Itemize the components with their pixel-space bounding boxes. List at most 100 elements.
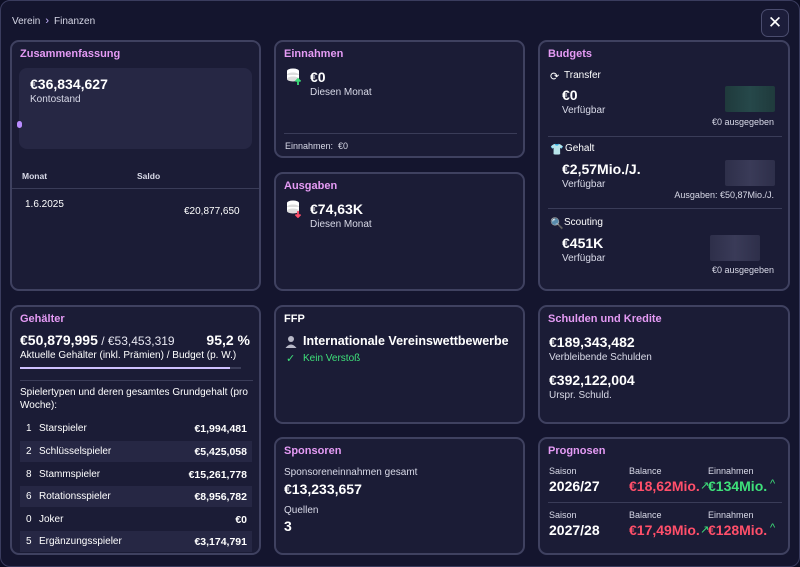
column-month: Monat xyxy=(22,171,48,181)
budget-transfer-label: Verfügbar xyxy=(562,105,606,116)
forecast-divider xyxy=(548,502,782,503)
ffp-status: Kein Verstoß xyxy=(303,353,361,364)
budget-salary-chart xyxy=(725,160,775,186)
sponsors-total: €13,233,657 xyxy=(284,481,362,497)
balance-value: €36,834,627 xyxy=(30,76,108,92)
expenses-title: Ausgaben xyxy=(284,180,338,192)
budgets-title: Budgets xyxy=(548,48,592,60)
debts-card: Schulden und Kredite €189,343,482 Verble… xyxy=(538,305,790,424)
budget-scouting-label: Verfügbar xyxy=(562,253,606,264)
row-count: 1 xyxy=(26,423,32,434)
salaries-progress-track xyxy=(20,367,241,369)
budget-divider-1 xyxy=(548,136,782,137)
income-divider xyxy=(284,133,517,134)
sponsors-sources-label: Quellen xyxy=(284,505,319,516)
chevron-up-icon: ^ xyxy=(770,522,776,534)
row-type: Joker xyxy=(39,514,64,525)
salaries-card: Gehälter €50,879,995 / €53,453,319 95,2 … xyxy=(10,305,261,555)
chevron-right-icon: › xyxy=(45,15,50,27)
forecast-balance-label: Balance xyxy=(629,466,662,476)
budgets-card: Budgets ⟳ Transfer €0 Verfügbar €0 ausge… xyxy=(538,40,790,291)
row-value: €0 xyxy=(235,513,247,526)
coins-down-icon xyxy=(286,200,302,219)
chevron-up-icon: ^ xyxy=(770,478,776,490)
refresh-icon: ⟳ xyxy=(550,71,560,83)
row-count: 6 xyxy=(26,491,32,502)
salaries-title: Gehälter xyxy=(20,313,65,325)
budget-salary-name: Gehalt xyxy=(565,143,595,154)
summary-card: Zusammenfassung €36,834,627 Kontostand M… xyxy=(10,40,261,291)
row-value: €8,956,782 xyxy=(194,490,247,503)
table-row: 0 Joker €0 xyxy=(20,509,252,530)
salaries-caption: Aktuelle Gehälter (inkl. Prämien) / Budg… xyxy=(20,350,237,361)
column-saldo: Saldo xyxy=(137,171,161,181)
person-icon xyxy=(285,335,297,348)
forecast-card: Prognosen Saison Balance Einnahmen 2026/… xyxy=(538,437,790,555)
balance-label: Kontostand xyxy=(30,94,81,105)
row-type: Schlüsselspieler xyxy=(39,446,112,457)
ffp-competition: Internationale Vereinswettbewerbe xyxy=(303,334,509,348)
check-icon: ✓ xyxy=(286,353,296,365)
forecast-season: 2027/28 xyxy=(549,522,600,538)
breadcrumb-root[interactable]: Verein xyxy=(12,16,40,27)
summary-table-header-row xyxy=(12,167,259,189)
row-type: Rotationsspieler xyxy=(39,491,111,502)
row-value: €1,994,481 xyxy=(194,422,247,435)
forecast-season: 2026/27 xyxy=(549,478,600,494)
expenses-amount: €74,63K xyxy=(310,201,363,217)
row-type: Starspieler xyxy=(39,423,87,434)
sponsors-total-label: Sponsoreneinnahmen gesamt xyxy=(284,467,418,478)
coins-up-icon xyxy=(286,68,302,86)
summary-row-saldo: €20,877,650 xyxy=(184,206,240,217)
forecast-title: Prognosen xyxy=(548,445,606,457)
sponsors-title: Sponsoren xyxy=(284,445,342,457)
budget-scouting-chart xyxy=(710,235,760,261)
table-row: 2 Schlüsselspieler €5,425,058 xyxy=(20,441,252,462)
budget-transfer-name: Transfer xyxy=(564,70,601,81)
row-value: €15,261,778 xyxy=(188,468,247,481)
budget-divider-2 xyxy=(548,208,782,209)
forecast-income-label: Einnahmen xyxy=(708,510,754,520)
salaries-percent: 95,2 % xyxy=(206,332,250,348)
balance-panel: €36,834,627 Kontostand xyxy=(17,68,252,149)
budget-scouting-name: Scouting xyxy=(564,217,603,228)
expenses-period: Diesen Monat xyxy=(310,219,372,230)
budget-salary-note: Ausgaben: €50,87Mio./J. xyxy=(674,190,774,200)
magnifier-icon: 🔍 xyxy=(550,218,564,230)
forecast-season-label: Saison xyxy=(549,510,577,520)
debts-original: €392,122,004 xyxy=(549,372,635,388)
row-type: Ergänzungsspieler xyxy=(39,536,122,547)
income-footer: Einnahmen: €0 xyxy=(285,141,349,151)
budget-scouting-amount: €451K xyxy=(562,235,604,251)
table-row: 5 Ergänzungsspieler €3,174,791 xyxy=(20,531,252,552)
forecast-balance: €18,62Mio. xyxy=(629,478,700,494)
budget-salary-amount: €2,57Mio./J. xyxy=(562,161,641,177)
breadcrumb: Verein › Finanzen xyxy=(12,15,95,27)
budget-transfer-note: €0 ausgegeben xyxy=(711,117,774,127)
breadcrumb-current: Finanzen xyxy=(54,15,96,27)
debts-original-label: Urspr. Schuld. xyxy=(549,390,612,401)
budget-transfer-chart xyxy=(725,86,775,112)
sponsors-card: Sponsoren Sponsoreneinnahmen gesamt €13,… xyxy=(274,437,525,555)
budget-salary-label: Verfügbar xyxy=(562,179,606,190)
salaries-types-caption: Spielertypen und deren gesamtes Grundgeh… xyxy=(20,387,248,411)
table-row: 8 Stammspieler €15,261,778 xyxy=(20,464,252,485)
salaries-progress-fill xyxy=(20,367,231,369)
row-count: 5 xyxy=(26,536,32,547)
debts-remaining-label: Verbleibende Schulden xyxy=(549,352,652,363)
income-card: Einnahmen €0 Diesen Monat Einnahmen: €0 xyxy=(274,40,525,158)
forecast-balance: €17,49Mio. xyxy=(629,522,700,538)
balance-chart-marker xyxy=(17,121,22,128)
budget-transfer-amount: €0 xyxy=(562,87,578,103)
forecast-income: €134Mio. xyxy=(708,478,768,494)
debts-title: Schulden und Kredite xyxy=(548,313,662,325)
row-type: Stammspieler xyxy=(39,469,101,480)
salaries-divider xyxy=(20,380,253,381)
income-title: Einnahmen xyxy=(284,48,344,60)
close-button[interactable]: ✕ xyxy=(761,9,789,37)
table-row: 6 Rotationsspieler €8,956,782 xyxy=(20,486,252,507)
forecast-income: €128Mio. xyxy=(708,522,768,538)
budget-scouting-note: €0 ausgegeben xyxy=(711,265,774,275)
summary-row-month: 1.6.2025 xyxy=(25,199,64,210)
forecast-balance-label: Balance xyxy=(629,510,662,520)
